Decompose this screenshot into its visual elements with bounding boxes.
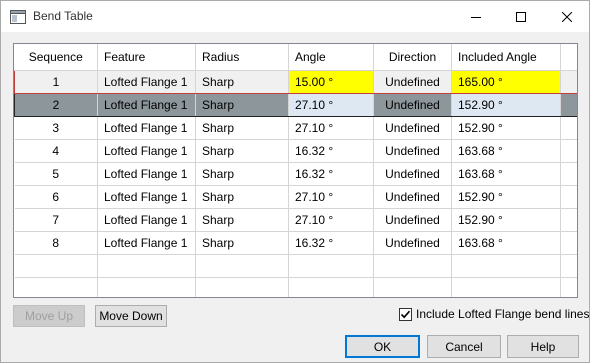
column-header-filler [560, 44, 577, 71]
cell-filler [560, 231, 577, 255]
cell-radius[interactable]: Sharp [195, 231, 289, 255]
cell-filler [560, 162, 577, 186]
cell-filler [560, 185, 577, 209]
cell-sequence[interactable]: 3 [14, 116, 98, 140]
cell-sequence[interactable]: 7 [14, 208, 98, 232]
table-row-empty [14, 254, 577, 278]
help-button[interactable]: Help [507, 335, 579, 358]
bend-table-dialog: Bend Table Sequence Feature Radius Angle… [0, 0, 590, 363]
table-row[interactable]: 6 Lofted Flange 1 Sharp 27.10 ° Undefine… [14, 185, 577, 209]
cell-included-angle[interactable]: 152.90 ° [451, 116, 561, 140]
cell-feature[interactable]: Lofted Flange 1 [97, 139, 196, 163]
cell-angle[interactable]: 27.10 ° [288, 185, 374, 209]
cell-sequence[interactable]: 5 [14, 162, 98, 186]
table-row[interactable]: 4 Lofted Flange 1 Sharp 16.32 ° Undefine… [14, 139, 577, 163]
checkbox-label: Include Lofted Flange bend lines [416, 307, 590, 321]
cell-radius[interactable]: Sharp [195, 208, 289, 232]
cell-direction[interactable]: Undefined [373, 116, 452, 140]
move-down-button[interactable]: Move Down [95, 305, 167, 327]
cell-direction[interactable]: Undefined [373, 92, 452, 117]
column-header-sequence[interactable]: Sequence [14, 44, 98, 71]
cell-feature[interactable]: Lofted Flange 1 [97, 162, 196, 186]
cell-included-angle[interactable]: 163.68 ° [451, 231, 561, 255]
cell-direction[interactable]: Undefined [373, 139, 452, 163]
checkbox-box[interactable] [399, 307, 412, 321]
cell-angle[interactable]: 27.10 ° [288, 116, 374, 140]
cell-filler [560, 69, 577, 94]
cell-feature[interactable]: Lofted Flange 1 [97, 231, 196, 255]
close-icon [561, 11, 572, 22]
cell-feature[interactable]: Lofted Flange 1 [97, 185, 196, 209]
table-row[interactable]: 1 Lofted Flange 1 Sharp 15.00 ° Undefine… [14, 69, 577, 94]
cell-direction[interactable]: Undefined [373, 162, 452, 186]
column-header-radius[interactable]: Radius [195, 44, 289, 71]
move-up-button[interactable]: Move Up [13, 305, 85, 327]
cell-radius[interactable]: Sharp [195, 92, 289, 117]
column-header-direction[interactable]: Direction [373, 44, 452, 71]
cell-angle[interactable]: 27.10 ° [288, 92, 374, 117]
cell-feature[interactable]: Lofted Flange 1 [97, 116, 196, 140]
maximize-icon [515, 11, 526, 22]
cell-angle[interactable]: 15.00 ° [288, 69, 374, 94]
cell-direction[interactable]: Undefined [373, 231, 452, 255]
cell-radius[interactable]: Sharp [195, 116, 289, 140]
title-bar: Bend Table [1, 1, 589, 32]
column-header-feature[interactable]: Feature [97, 44, 196, 71]
cell-feature[interactable]: Lofted Flange 1 [97, 69, 196, 94]
minimize-button[interactable] [453, 1, 498, 32]
table-row[interactable]: 7 Lofted Flange 1 Sharp 27.10 ° Undefine… [14, 208, 577, 232]
table-row-empty [14, 277, 577, 297]
app-icon [10, 10, 26, 24]
cell-included-angle[interactable]: 163.68 ° [451, 139, 561, 163]
table-header-row: Sequence Feature Radius Angle Direction … [14, 44, 577, 71]
include-bend-lines-checkbox[interactable]: Include Lofted Flange bend lines [399, 307, 589, 321]
minimize-icon [470, 16, 481, 18]
cell-direction[interactable]: Undefined [373, 69, 452, 94]
cell-radius[interactable]: Sharp [195, 162, 289, 186]
cell-sequence[interactable]: 1 [14, 69, 98, 94]
maximize-button[interactable] [498, 1, 543, 32]
table-row[interactable]: 5 Lofted Flange 1 Sharp 16.32 ° Undefine… [14, 162, 577, 186]
checkmark-icon [400, 310, 411, 318]
cell-filler [560, 92, 577, 117]
cell-radius[interactable]: Sharp [195, 139, 289, 163]
window-title: Bend Table [33, 9, 93, 23]
column-header-angle[interactable]: Angle [288, 44, 374, 71]
cell-included-angle[interactable]: 165.00 ° [451, 69, 561, 94]
cell-angle[interactable]: 16.32 ° [288, 162, 374, 186]
table-row[interactable]: 8 Lofted Flange 1 Sharp 16.32 ° Undefine… [14, 231, 577, 255]
cell-angle[interactable]: 16.32 ° [288, 139, 374, 163]
table-row[interactable]: 3 Lofted Flange 1 Sharp 27.10 ° Undefine… [14, 116, 577, 140]
cell-radius[interactable]: Sharp [195, 69, 289, 94]
cell-direction[interactable]: Undefined [373, 208, 452, 232]
cell-included-angle[interactable]: 152.90 ° [451, 92, 561, 117]
cell-filler [560, 116, 577, 140]
cell-angle[interactable]: 27.10 ° [288, 208, 374, 232]
table-row[interactable]: 2 Lofted Flange 1 Sharp 27.10 ° Undefine… [14, 92, 577, 117]
cell-included-angle[interactable]: 152.90 ° [451, 185, 561, 209]
close-button[interactable] [544, 1, 589, 32]
cell-sequence[interactable]: 2 [14, 92, 98, 117]
cell-filler [560, 208, 577, 232]
cell-direction[interactable]: Undefined [373, 185, 452, 209]
cell-feature[interactable]: Lofted Flange 1 [97, 208, 196, 232]
cell-included-angle[interactable]: 152.90 ° [451, 208, 561, 232]
ok-button[interactable]: OK [345, 335, 420, 358]
cell-sequence[interactable]: 4 [14, 139, 98, 163]
cancel-button[interactable]: Cancel [427, 335, 501, 358]
cell-filler [560, 139, 577, 163]
column-header-included-angle[interactable]: Included Angle [451, 44, 561, 71]
cell-angle[interactable]: 16.32 ° [288, 231, 374, 255]
cell-sequence[interactable]: 6 [14, 185, 98, 209]
cell-radius[interactable]: Sharp [195, 185, 289, 209]
cell-sequence[interactable]: 8 [14, 231, 98, 255]
cell-included-angle[interactable]: 163.68 ° [451, 162, 561, 186]
bend-table-grid[interactable]: Sequence Feature Radius Angle Direction … [13, 43, 578, 298]
cell-feature[interactable]: Lofted Flange 1 [97, 92, 196, 117]
